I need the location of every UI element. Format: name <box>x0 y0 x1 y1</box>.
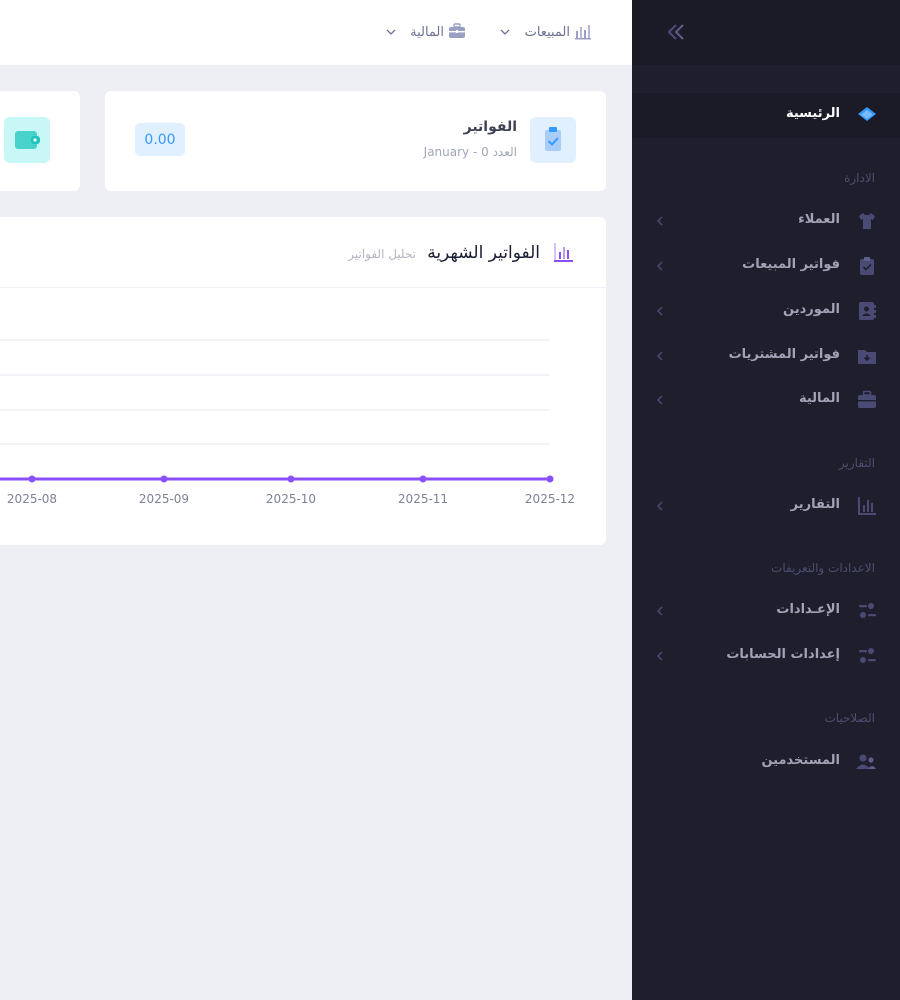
invoices-stat-value: 0.00 <box>135 123 185 156</box>
sidebar-item-label: فواتير المشتريات <box>728 347 840 362</box>
top-header: المبيعات المالية <box>0 0 632 65</box>
sidebar-item-suppliers[interactable]: الموردين <box>632 293 900 329</box>
invoices-stat-icon-box <box>530 117 576 163</box>
clipboard-check-icon <box>860 257 874 275</box>
finance-menu-label: المالية <box>410 25 444 40</box>
double-chevron-left-icon[interactable] <box>666 22 686 42</box>
monthly-invoices-card: الفواتير الشهرية تحليل الفواتير 2025-08 2… <box>0 217 606 545</box>
briefcase-icon <box>449 23 465 38</box>
sidebar-section-title: الادارة <box>844 171 875 185</box>
chevron-left-icon <box>656 501 663 511</box>
chart-point[interactable] <box>546 475 554 483</box>
sidebar-item-label: الرئيسية <box>785 106 840 121</box>
sidebar-item-customers[interactable]: العملاء <box>632 203 900 239</box>
sidebar-section-title: الاعدادات والتعريفات <box>771 561 875 575</box>
settings-dots-icon <box>859 648 876 663</box>
sales-menu-label: المبيعات <box>524 25 570 40</box>
layers-icon <box>858 107 876 121</box>
second-stat-icon-box <box>4 117 50 163</box>
bar-chart-icon <box>858 497 876 515</box>
chevron-down-icon <box>500 29 510 35</box>
chart-point[interactable] <box>28 475 36 483</box>
chart-x-tick-label: 2025-08 <box>7 492 57 506</box>
invoices-stat-card: الفواتير January - العدد 0 0.00 <box>105 91 606 191</box>
sidebar-item-label: العملاء <box>798 212 840 227</box>
sidebar-item-label: الموردين <box>783 302 840 317</box>
chevron-left-icon <box>656 216 663 226</box>
chart-x-tick-label: 2025-12 <box>525 492 575 506</box>
chart-point[interactable] <box>160 475 168 483</box>
clipboard-check-icon <box>545 127 561 151</box>
chevron-left-icon <box>656 395 663 405</box>
chart-x-tick-label: 2025-09 <box>139 492 189 506</box>
sidebar-item-label: المالية <box>798 391 840 406</box>
chevron-left-icon <box>656 606 663 616</box>
address-book-icon <box>859 302 876 320</box>
sidebar-item-home[interactable]: الرئيسية <box>632 97 900 133</box>
settings-dots-icon <box>859 603 876 618</box>
folder-download-icon <box>858 350 876 364</box>
sidebar-item-finance[interactable]: المالية <box>632 382 900 418</box>
wallet-icon <box>15 131 40 149</box>
bar-chart-icon <box>575 25 591 40</box>
chart-point[interactable] <box>419 475 427 483</box>
chevron-left-icon <box>656 651 663 661</box>
chart-title: الفواتير الشهرية <box>427 243 540 263</box>
sidebar-section-title: التقارير <box>838 456 875 470</box>
sidebar-header <box>632 0 900 65</box>
users-icon <box>856 754 876 769</box>
invoices-stat-subtitle: January - العدد 0 <box>423 145 517 159</box>
chart-subtitle: تحليل الفواتير <box>348 247 416 261</box>
chart-x-tick-label: 2025-11 <box>398 492 448 506</box>
sales-menu[interactable]: المبيعات <box>498 22 598 44</box>
chart-card-header: الفواتير الشهرية تحليل الفواتير <box>0 217 606 288</box>
shirt-icon <box>859 213 875 229</box>
bar-chart-icon <box>554 243 573 262</box>
sidebar-item-label: فواتير المبيعات <box>742 257 840 272</box>
sidebar: الرئيسية الادارة العملاء فواتير المبيعات… <box>632 0 900 1000</box>
invoices-stat-title: الفواتير <box>463 119 517 135</box>
chevron-left-icon <box>656 351 663 361</box>
sidebar-item-users[interactable]: المستخدمين <box>632 744 900 780</box>
sidebar-item-settings[interactable]: الإعـدادات <box>632 593 900 629</box>
chevron-left-icon <box>656 306 663 316</box>
monthly-invoices-line-chart: 2025-08 2025-09 2025-10 2025-11 2025-12 <box>0 339 575 506</box>
sidebar-item-label: التقارير <box>790 497 840 512</box>
chevron-left-icon <box>656 261 663 271</box>
sidebar-section-title: الصلاحيات <box>824 711 875 725</box>
briefcase-icon <box>858 390 876 408</box>
sidebar-item-sales-invoices[interactable]: فواتير المبيعات <box>632 248 900 284</box>
sidebar-item-label: إعدادات الحسابات <box>726 647 840 662</box>
chart-x-tick-label: 2025-10 <box>266 492 316 506</box>
sidebar-item-label: المستخدمين <box>761 753 840 768</box>
chart-point[interactable] <box>287 475 295 483</box>
sidebar-item-account-settings[interactable]: إعدادات الحسابات <box>632 638 900 674</box>
chevron-down-icon <box>386 29 396 35</box>
second-stat-card <box>0 91 80 191</box>
sidebar-item-purchase-invoices[interactable]: فواتير المشتريات <box>632 338 900 374</box>
sidebar-item-reports[interactable]: التقارير <box>632 488 900 524</box>
finance-menu[interactable]: المالية <box>384 22 474 44</box>
sidebar-item-label: الإعـدادات <box>776 602 840 617</box>
